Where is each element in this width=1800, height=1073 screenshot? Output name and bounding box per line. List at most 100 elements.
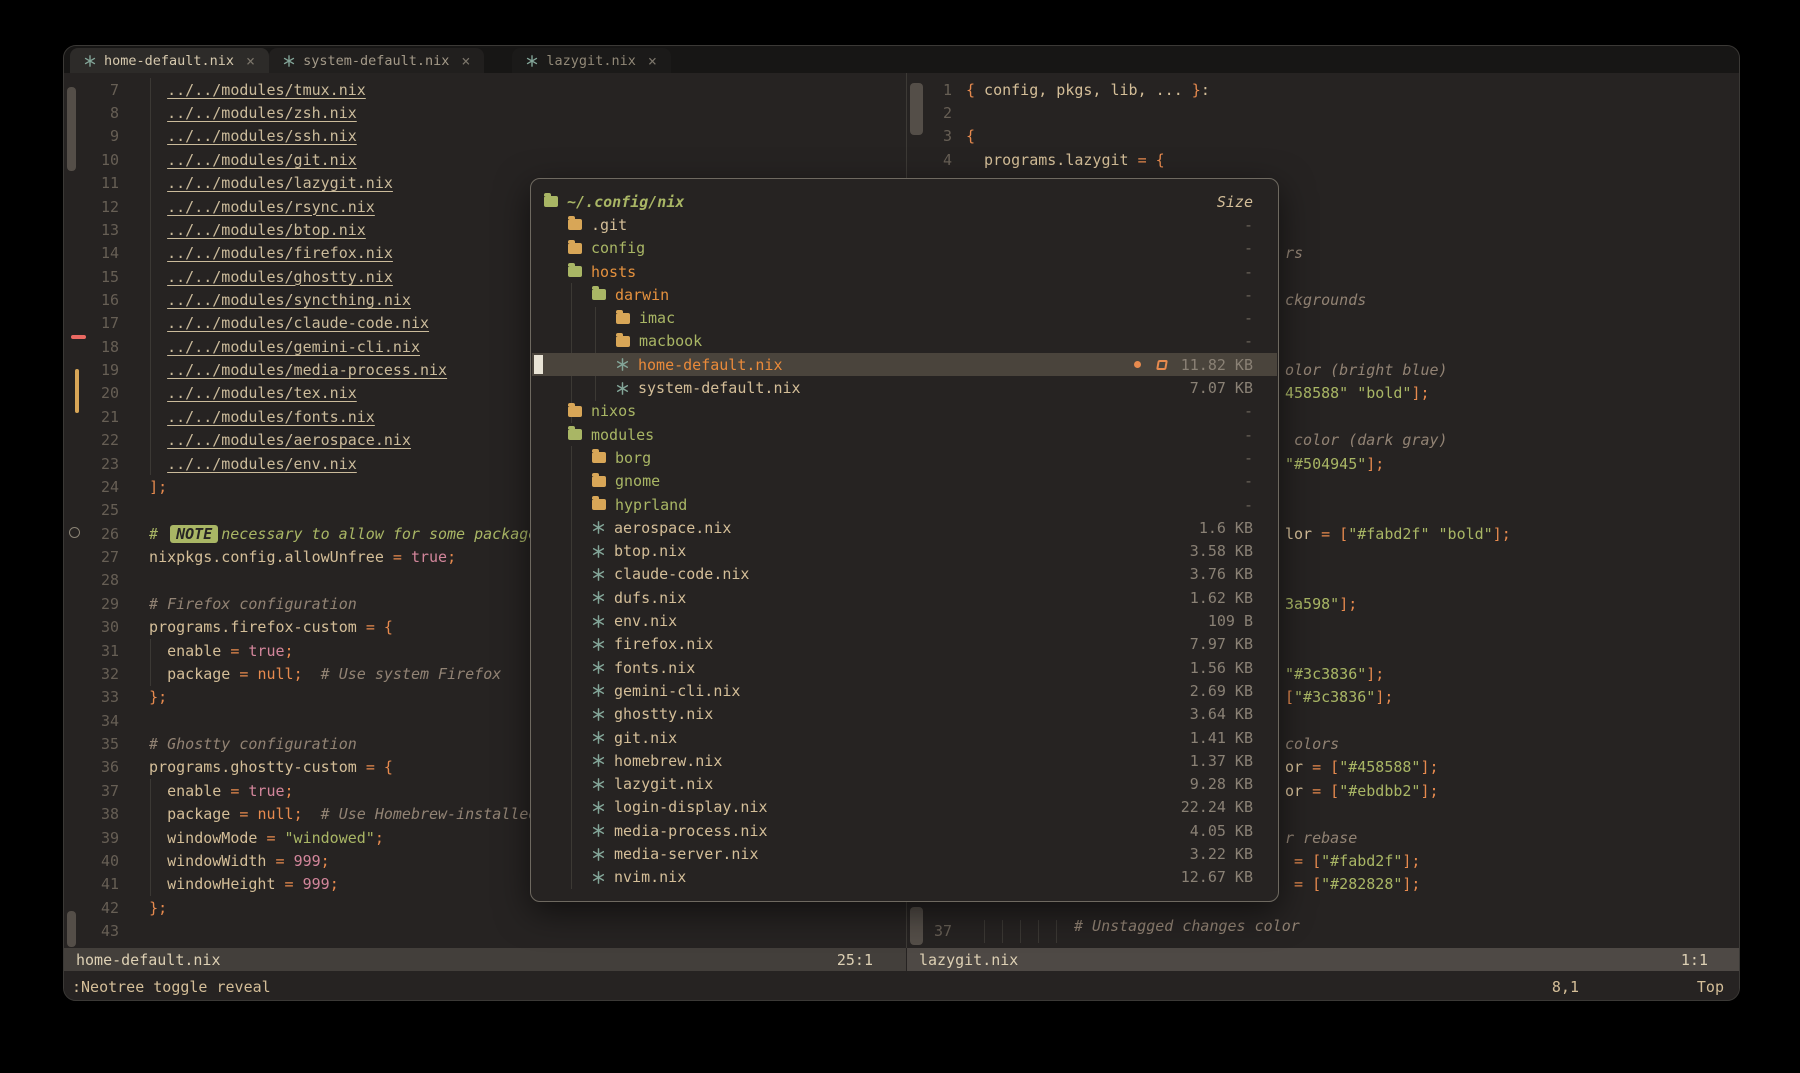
tree-item-label: firefox.nix xyxy=(614,635,713,653)
code-segment: "#282828" xyxy=(1321,875,1402,893)
tree-row-.git[interactable]: .git- xyxy=(532,213,1277,236)
tree-row-nixos[interactable]: nixos- xyxy=(532,400,1277,423)
code-segment: }; xyxy=(149,688,167,706)
tree-row-fonts.nix[interactable]: fonts.nix1.56 KB xyxy=(532,656,1277,679)
nix-icon xyxy=(592,591,605,604)
line-number: 4 xyxy=(907,151,952,169)
code-segment: { xyxy=(966,81,975,99)
code-segment: programs.lazygit xyxy=(966,151,1138,169)
folder-open-icon xyxy=(592,289,606,300)
tree-row-gemini-cli.nix[interactable]: gemini-cli.nix2.69 KB xyxy=(532,679,1277,702)
size-placeholder: - xyxy=(1244,286,1253,304)
code-segment xyxy=(131,104,167,122)
close-icon[interactable]: × xyxy=(246,52,255,70)
tree-row-firefox.nix[interactable]: firefox.nix7.97 KB xyxy=(532,633,1277,656)
tab-system-default.nix[interactable]: system-default.nix× xyxy=(269,48,484,73)
tree-item-label: env.nix xyxy=(614,612,677,630)
tree-row-btop.nix[interactable]: btop.nix3.58 KB xyxy=(532,540,1277,563)
code-line-8[interactable]: 8 ../../modules/zsh.nix xyxy=(64,101,906,124)
code-line-3[interactable]: 3{ xyxy=(907,125,1740,148)
line-number: 13 xyxy=(64,221,119,239)
code-segment: programs.ghostty-custom xyxy=(131,758,366,776)
tree-row-media-process.nix[interactable]: media-process.nix4.05 KB xyxy=(532,819,1277,842)
command-text: :Neotree toggle reveal xyxy=(72,978,271,996)
command-line[interactable]: :Neotree toggle reveal 8,1 Top xyxy=(64,971,1739,1001)
code-line-4[interactable]: 4 programs.lazygit = { xyxy=(907,148,1740,171)
code-segment: necessary to allow for some packages xyxy=(221,525,546,543)
tree-row-nvim.nix[interactable]: nvim.nix12.67 KB xyxy=(532,866,1277,889)
code-segment: = xyxy=(266,829,275,847)
tree-row-aerospace.nix[interactable]: aerospace.nix1.6 KB xyxy=(532,516,1277,539)
code-line-fragment: = ["#282828"]; xyxy=(1285,873,1420,896)
code-line-2[interactable]: 2 xyxy=(907,101,1740,124)
tree-row-imac[interactable]: imac- xyxy=(532,307,1277,330)
size-column-header: Size xyxy=(1217,193,1253,211)
code-segment: ]; xyxy=(1420,782,1438,800)
code-segment: ]; xyxy=(1411,384,1429,402)
tree-row-git.nix[interactable]: git.nix1.41 KB xyxy=(532,726,1277,749)
nix-icon xyxy=(616,382,629,395)
neotree-float-window[interactable]: ~/.config/nixSize.git-config-hosts-darwi… xyxy=(530,178,1279,902)
nix-icon xyxy=(592,754,605,767)
code-segment: enable xyxy=(131,782,230,800)
tree-row-config[interactable]: config- xyxy=(532,237,1277,260)
code-segment: null xyxy=(257,665,293,683)
tab-home-default.nix[interactable]: home-default.nix× xyxy=(70,48,269,73)
tab-lazygit.nix[interactable]: lazygit.nix× xyxy=(512,48,670,73)
line-number: 29 xyxy=(64,595,119,613)
code-segment: ../../modules/env.nix xyxy=(167,455,357,473)
tree-row-ghostty.nix[interactable]: ghostty.nix3.64 KB xyxy=(532,703,1277,726)
code-line-1[interactable]: 1{ config, pkgs, lib, ... }: xyxy=(907,78,1740,101)
code-line-9[interactable]: 9 ../../modules/ssh.nix xyxy=(64,125,906,148)
tree-row-login-display.nix[interactable]: login-display.nix22.24 KB xyxy=(532,796,1277,819)
tree-row-system-default.nix[interactable]: system-default.nix7.07 KB xyxy=(532,376,1277,399)
tree-row-darwin[interactable]: darwin- xyxy=(532,283,1277,306)
tree-row-borg[interactable]: borg- xyxy=(532,446,1277,469)
tree-row-hosts[interactable]: hosts- xyxy=(532,260,1277,283)
nix-icon xyxy=(592,824,605,837)
tree-row-modules[interactable]: modules- xyxy=(532,423,1277,446)
file-size: 7.07 KB xyxy=(1190,379,1253,397)
statusline-cursor-pos: 1:1 xyxy=(1681,951,1708,969)
tree-item-label: ghostty.nix xyxy=(614,705,713,723)
code-line-10[interactable]: 10 ../../modules/git.nix xyxy=(64,148,906,171)
code-line-fragment: colors xyxy=(1285,732,1339,755)
tree-row-claude-code.nix[interactable]: claude-code.nix3.76 KB xyxy=(532,563,1277,586)
tree-row-macbook[interactable]: macbook- xyxy=(532,330,1277,353)
size-placeholder: - xyxy=(1244,402,1253,420)
tree-row-gnome[interactable]: gnome- xyxy=(532,470,1277,493)
code-line-fragment: ckgrounds xyxy=(1285,288,1366,311)
code-segment: = xyxy=(393,548,402,566)
tree-root-row[interactable]: ~/.config/nixSize xyxy=(532,190,1277,213)
tree-item-label: fonts.nix xyxy=(614,659,695,677)
tree-row-env.nix[interactable]: env.nix109 B xyxy=(532,609,1277,632)
line-number: 1 xyxy=(907,81,952,99)
code-segment: windowHeight xyxy=(131,875,285,893)
close-icon[interactable]: × xyxy=(461,52,470,70)
code-segment: ../../modules/gemini-cli.nix xyxy=(167,338,420,356)
tree-row-hyprland[interactable]: hyprland- xyxy=(532,493,1277,516)
code-segment xyxy=(1285,875,1294,893)
line-number: 31 xyxy=(64,642,119,660)
code-segment xyxy=(131,174,167,192)
code-segment: "#3c3836" xyxy=(1294,688,1375,706)
code-line-7[interactable]: 7 ../../modules/tmux.nix xyxy=(64,78,906,101)
code-line-37[interactable]: 37 xyxy=(907,919,1740,942)
code-segment: colors xyxy=(1285,735,1339,753)
tree-row-media-server.nix[interactable]: media-server.nix3.22 KB xyxy=(532,842,1277,865)
close-icon[interactable]: × xyxy=(648,52,657,70)
line-number: 11 xyxy=(64,174,119,192)
nix-icon xyxy=(526,55,538,67)
tree-row-home-default.nix[interactable]: home-default.nix11.82 KB xyxy=(532,353,1277,376)
tree-row-dufs.nix[interactable]: dufs.nix1.62 KB xyxy=(532,586,1277,609)
size-placeholder: - xyxy=(1244,239,1253,257)
line-number: 23 xyxy=(64,455,119,473)
code-line-43[interactable]: 43 xyxy=(64,919,906,942)
folder-icon xyxy=(568,406,582,417)
tree-row-lazygit.nix[interactable]: lazygit.nix9.28 KB xyxy=(532,773,1277,796)
code-line-fragment: r rebase xyxy=(1285,826,1357,849)
tree-row-homebrew.nix[interactable]: homebrew.nix1.37 KB xyxy=(532,749,1277,772)
code-segment: "#fabd2f" "bold" xyxy=(1348,525,1493,543)
code-segment xyxy=(1285,852,1294,870)
code-segment xyxy=(131,127,167,145)
